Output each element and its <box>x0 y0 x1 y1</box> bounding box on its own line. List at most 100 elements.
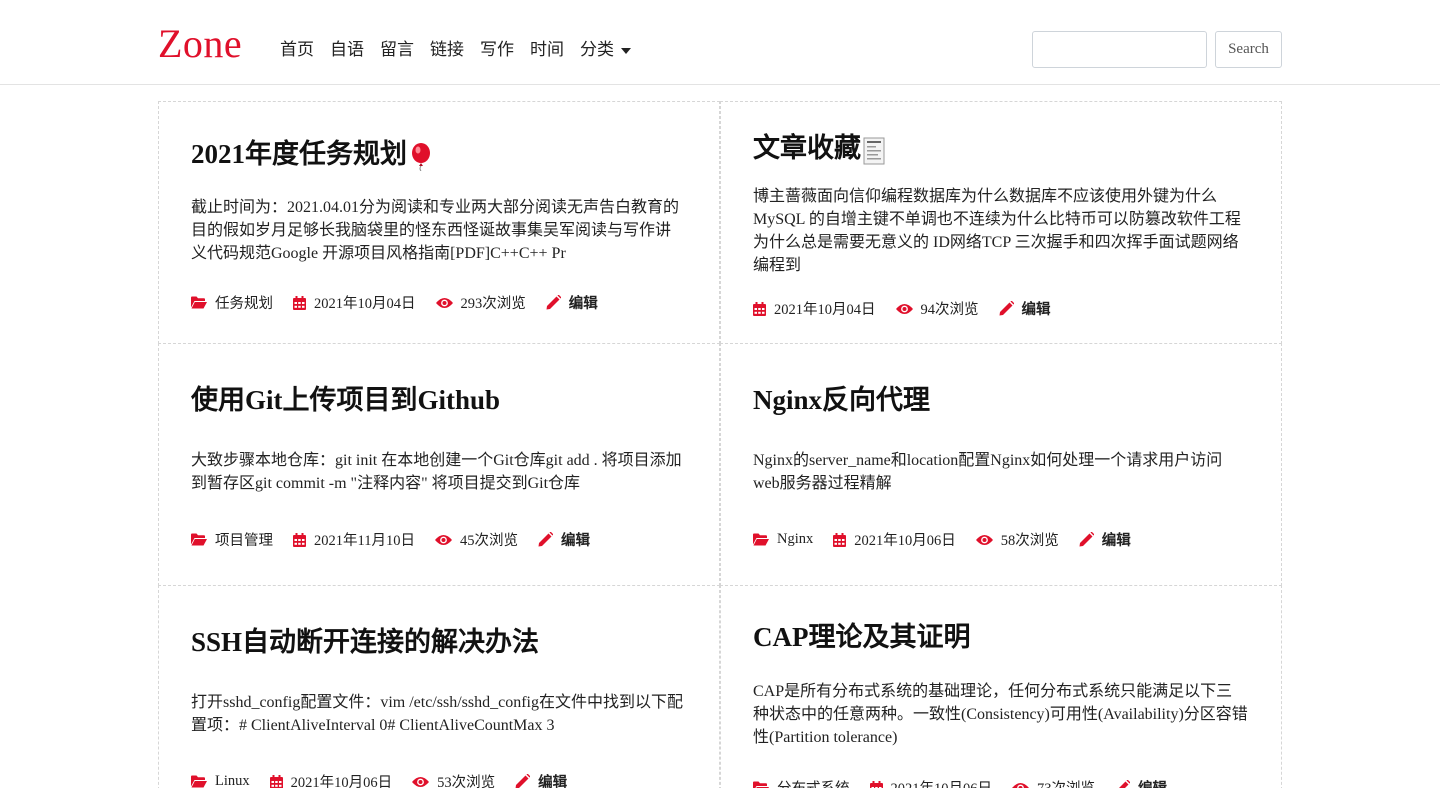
post-views: 58次浏览 <box>975 529 1059 550</box>
calendar-icon <box>269 774 283 788</box>
post-title[interactable]: SSH自动断开连接的解决办法 <box>191 620 539 659</box>
post-title[interactable]: Nginx反向代理 <box>753 378 930 417</box>
post-date-label: 2021年11月10日 <box>314 533 415 549</box>
post-edit-label: 编辑 <box>560 533 590 549</box>
top-navbar: Zone 首页 自语 留言 链接 写作 时间 分类 Search <box>0 0 1440 85</box>
post-excerpt: CAP是所有分布式系统的基础理论，任何分布式系统只能满足以下三种状态中的任意两种… <box>753 683 1248 746</box>
post-views: 293次浏览 <box>435 292 526 313</box>
calendar-icon <box>833 532 847 547</box>
eye-icon <box>412 776 430 787</box>
post-category[interactable]: 项目管理 <box>191 529 273 550</box>
pencil-icon <box>999 301 1014 316</box>
post-category[interactable]: Linux <box>191 773 250 788</box>
nav-item-write[interactable]: 写作 <box>480 36 514 64</box>
post-date: 2021年10月06日 <box>269 771 392 788</box>
pencil-icon <box>1079 532 1094 547</box>
post-category[interactable]: 任务规划 <box>191 292 273 313</box>
pencil-icon <box>1119 780 1130 788</box>
post-edit-label: 编辑 <box>538 775 568 788</box>
post-views: 45次浏览 <box>434 529 518 550</box>
folder-open-icon <box>753 781 769 788</box>
post-date-label: 2021年10月06日 <box>891 777 993 788</box>
folder-open-icon <box>753 533 769 546</box>
post-views-label: 73次浏览 <box>1037 777 1095 788</box>
post-card: Nginx反向代理 Nginx的server_name和location配置Ng… <box>720 343 1282 586</box>
post-edit-link[interactable]: 编辑 <box>546 292 598 313</box>
post-title-text: 文章收藏 <box>753 133 861 163</box>
nav-item-home[interactable]: 首页 <box>280 36 314 64</box>
folder-open-icon <box>191 296 207 309</box>
search-input[interactable] <box>1032 31 1207 68</box>
post-edit-label: 编辑 <box>568 296 598 312</box>
post-date: 2021年10月04日 <box>753 298 876 319</box>
post-edit-link[interactable]: 编辑 <box>999 298 1051 319</box>
post-date: 2021年11月10日 <box>293 529 415 550</box>
post-title[interactable]: 2021年度任务规划 <box>191 132 433 171</box>
post-excerpt: 截止时间为：2021.04.01分为阅读和专业两大部分阅读无声告白教育的目的假如… <box>191 199 680 262</box>
post-views-label: 53次浏览 <box>437 775 496 788</box>
nav-dropdown-label: 分类 <box>580 40 614 59</box>
post-title-text: 2021年度任务规划 <box>191 139 407 169</box>
post-views-label: 293次浏览 <box>460 296 526 312</box>
post-edit-link[interactable]: 编辑 <box>515 771 567 788</box>
post-date: 2021年10月06日 <box>869 777 993 788</box>
post-title[interactable]: 使用Git上传项目到Github <box>191 378 500 417</box>
folder-open-icon <box>191 533 207 546</box>
eye-icon <box>975 534 993 545</box>
post-meta: 任务规划 2021年10月04日 293次浏览 编辑 <box>191 292 618 313</box>
nav-item-timeline[interactable]: 时间 <box>530 36 564 64</box>
post-meta: 分布式系统 2021年10月06日 73次浏览 编辑 <box>753 777 1187 788</box>
post-category-label: Linux <box>215 773 250 788</box>
balloon-icon <box>412 142 430 171</box>
post-views: 53次浏览 <box>412 771 495 788</box>
post-edit-label: 编辑 <box>1021 302 1051 318</box>
eye-icon <box>895 303 913 314</box>
post-views-label: 94次浏览 <box>920 302 979 318</box>
post-edit-label: 编辑 <box>1101 533 1131 549</box>
pencil-icon <box>546 295 561 310</box>
post-category-label: 分布式系统 <box>777 777 850 788</box>
post-views-label: 45次浏览 <box>459 533 518 549</box>
post-date-label: 2021年10月04日 <box>314 296 416 312</box>
calendar-icon <box>293 295 306 310</box>
post-card: CAP理论及其证明 CAP是所有分布式系统的基础理论，任何分布式系统只能满足以下… <box>720 585 1282 788</box>
search-button[interactable]: Search <box>1215 31 1282 68</box>
nav-item-links[interactable]: 链接 <box>430 36 464 64</box>
post-meta: Nginx 2021年10月06日 58次浏览 编辑 <box>753 529 1151 550</box>
eye-icon <box>435 297 453 308</box>
nav-item-guestbook[interactable]: 留言 <box>380 36 414 64</box>
eye-icon <box>1012 782 1029 788</box>
post-meta: 2021年10月04日 94次浏览 编辑 <box>753 298 1071 319</box>
post-excerpt: 博主蔷薇面向信仰编程数据库为什么数据库不应该使用外键为什么MySQL 的自增主键… <box>753 188 1241 274</box>
calendar-icon <box>869 780 883 788</box>
post-category-label: 任务规划 <box>215 296 273 312</box>
post-title[interactable]: 文章收藏 <box>753 126 885 165</box>
post-edit-link[interactable]: 编辑 <box>1115 777 1167 788</box>
post-card: SSH自动断开连接的解决办法 打开sshd_config配置文件：vim /et… <box>158 585 720 788</box>
nav-item-monologue[interactable]: 自语 <box>330 36 364 64</box>
post-title[interactable]: CAP理论及其证明 <box>753 615 971 654</box>
receipt-icon <box>863 137 885 165</box>
post-date: 2021年10月04日 <box>293 292 416 313</box>
caret-down-icon <box>621 47 631 54</box>
post-date-label: 2021年10月04日 <box>774 302 876 318</box>
main-nav: 首页 自语 留言 链接 写作 时间 分类 <box>280 36 647 64</box>
post-category[interactable]: Nginx <box>753 531 813 548</box>
post-excerpt: Nginx的server_name和location配置Nginx如何处理一个请… <box>753 452 1223 492</box>
post-category[interactable]: 分布式系统 <box>753 777 850 788</box>
post-edit-link[interactable]: 编辑 <box>538 529 590 550</box>
folder-open-icon <box>191 775 207 788</box>
brand-logo[interactable]: Zone <box>158 22 242 66</box>
pencil-icon <box>538 532 553 547</box>
post-date-label: 2021年10月06日 <box>854 533 956 549</box>
post-meta: 项目管理 2021年11月10日 45次浏览 编辑 <box>191 529 610 550</box>
post-views: 73次浏览 <box>1012 777 1095 788</box>
post-meta: Linux 2021年10月06日 53次浏览 编辑 <box>191 771 587 788</box>
post-edit-link[interactable]: 编辑 <box>1079 529 1131 550</box>
post-card: 文章收藏 博主蔷薇面向信仰编程数据库为什么数据库不应该使用外键为什么MySQL … <box>720 101 1282 344</box>
post-views-label: 58次浏览 <box>1000 533 1059 549</box>
calendar-icon <box>293 532 306 547</box>
nav-dropdown-categories[interactable]: 分类 <box>580 36 631 64</box>
post-category-label: Nginx <box>777 531 814 547</box>
post-views: 94次浏览 <box>895 298 979 319</box>
